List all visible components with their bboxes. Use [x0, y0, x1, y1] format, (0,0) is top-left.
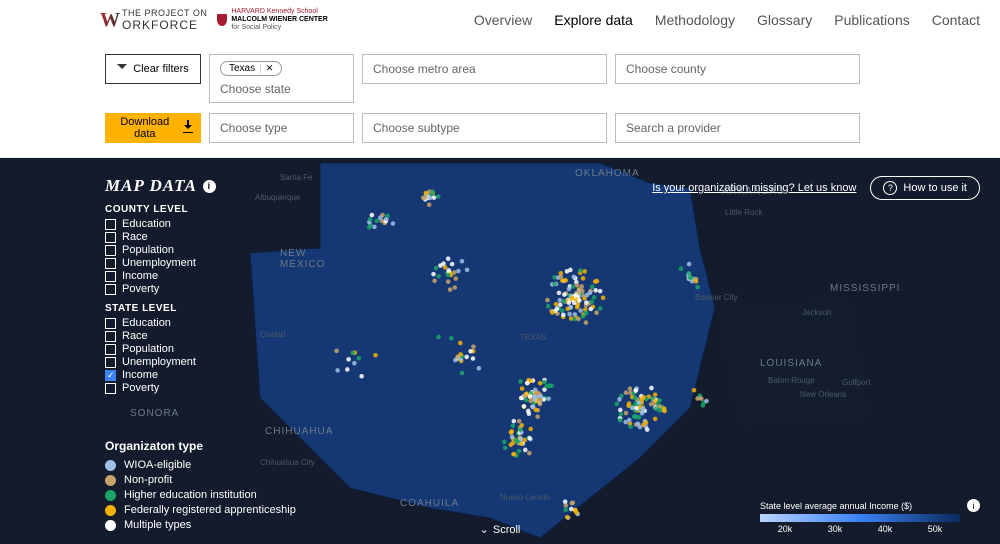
county-select[interactable]: Choose county	[615, 54, 860, 84]
harvard-logo[interactable]: HARVARD Kennedy School MALCOLM WIENER CE…	[217, 8, 327, 31]
map-label: NEWMEXICO	[280, 248, 325, 270]
nav-overview[interactable]: Overview	[474, 12, 532, 28]
checkbox-icon	[105, 318, 116, 329]
logos: W THE PROJECT ON ORKFORCE HARVARD Kenned…	[100, 8, 328, 32]
clear-filters-button[interactable]: Clear filters	[105, 54, 201, 84]
legend-title: State level average annual Income ($)	[760, 501, 912, 511]
workforce-logo[interactable]: W THE PROJECT ON ORKFORCE	[100, 8, 207, 32]
checkbox-icon	[105, 258, 116, 269]
county-chk-unemployment[interactable]: Unemployment	[105, 257, 216, 269]
how-to-use-button[interactable]: ? How to use it	[870, 176, 980, 200]
map-top-right: Is your organization missing? Let us kno…	[652, 176, 980, 200]
map-label: Jackson	[802, 308, 831, 317]
map-label: OKLAHOMA	[575, 168, 640, 179]
nav-methodology[interactable]: Methodology	[655, 12, 735, 28]
legend-wioa-eligible: WIOA-eligible	[105, 459, 296, 471]
map-label: Ciudad	[260, 330, 285, 339]
state-level-label: STATE LEVEL	[105, 303, 216, 314]
map-label: Gulfport	[842, 378, 870, 387]
map-label: SONORA	[130, 408, 179, 419]
header: W THE PROJECT ON ORKFORCE HARVARD Kenned…	[0, 0, 1000, 40]
search-provider-input[interactable]: Search a provider	[615, 113, 860, 143]
filter-controls: Clear filters Texas | ✕ Choose state Cho…	[0, 40, 1000, 158]
nav-publications[interactable]: Publications	[834, 12, 910, 28]
map-label: Nuevo Laredo	[500, 493, 550, 502]
county-chk-race[interactable]: Race	[105, 231, 216, 243]
info-icon[interactable]: i	[203, 180, 216, 193]
legend-dot-icon	[105, 475, 116, 486]
chevron-down-icon: ⌄	[480, 523, 489, 536]
filter-icon	[117, 64, 127, 74]
shield-icon	[217, 14, 227, 26]
legend-dot-icon	[105, 505, 116, 516]
legend-higher-education-institution: Higher education institution	[105, 489, 296, 501]
legend-gradient	[760, 514, 960, 522]
download-icon	[183, 123, 193, 133]
county-chk-income[interactable]: Income	[105, 270, 216, 282]
state-chip[interactable]: Texas | ✕	[220, 61, 282, 76]
map-data-title: MAP DATA i	[105, 176, 216, 196]
map-label: Santa Fe	[280, 173, 312, 182]
map-label: MISSISSIPPI	[830, 283, 900, 294]
checkbox-icon	[105, 331, 116, 342]
map-label: CHIHUAHUA	[265, 426, 333, 437]
checkbox-icon	[105, 219, 116, 230]
subtype-select[interactable]: Choose subtype	[362, 113, 607, 143]
map-label: Albuquerque	[255, 193, 300, 202]
org-type-title: Organizaton type	[105, 439, 296, 453]
nav-glossary[interactable]: Glossary	[757, 12, 812, 28]
map-label: New Orleans	[800, 390, 846, 399]
map-label: Little Rock	[725, 208, 762, 217]
map-label: TEXAS	[520, 333, 546, 342]
state-chk-unemployment[interactable]: Unemployment	[105, 356, 216, 368]
checkbox-icon	[105, 370, 116, 381]
checkbox-icon	[105, 344, 116, 355]
download-button[interactable]: Download data	[105, 113, 201, 143]
missing-org-link[interactable]: Is your organization missing? Let us kno…	[652, 182, 856, 194]
legend-dot-icon	[105, 460, 116, 471]
help-icon: ?	[883, 181, 897, 195]
checkbox-icon	[105, 232, 116, 243]
map-label: COAHUILA	[400, 498, 459, 509]
legend-federally-registered-apprenticeship: Federally registered apprenticeship	[105, 504, 296, 516]
legend-multiple-types: Multiple types	[105, 519, 296, 531]
legend-non-profit: Non-profit	[105, 474, 296, 486]
state-chk-race[interactable]: Race	[105, 330, 216, 342]
nav-contact[interactable]: Contact	[932, 12, 980, 28]
state-select[interactable]: Texas | ✕ Choose state	[209, 54, 354, 103]
map-data-panel: MAP DATA i COUNTY LEVEL EducationRacePop…	[105, 176, 216, 395]
nav-explore-data[interactable]: Explore data	[554, 12, 633, 28]
map-label: LOUISIANA	[760, 358, 822, 369]
scroll-indicator[interactable]: ⌄ Scroll	[480, 523, 521, 536]
main-nav: Overview Explore data Methodology Glossary P…	[474, 12, 980, 28]
checkbox-icon	[105, 383, 116, 394]
type-select[interactable]: Choose type	[209, 113, 354, 143]
checkbox-icon	[105, 271, 116, 282]
remove-chip-icon[interactable]: ✕	[266, 63, 274, 74]
map-label: Bossier City	[695, 293, 738, 302]
state-chk-population[interactable]: Population	[105, 343, 216, 355]
map[interactable]: MAP DATA i COUNTY LEVEL EducationRacePop…	[0, 158, 1000, 544]
metro-select[interactable]: Choose metro area	[362, 54, 607, 84]
county-chk-population[interactable]: Population	[105, 244, 216, 256]
checkbox-icon	[105, 284, 116, 295]
org-type-legend: Organizaton type WIOA-eligible Non-profit…	[105, 439, 296, 534]
county-level-label: COUNTY LEVEL	[105, 204, 216, 215]
map-label: Baton Rouge	[768, 376, 815, 385]
county-chk-poverty[interactable]: Poverty	[105, 283, 216, 295]
checkbox-icon	[105, 245, 116, 256]
legend-dot-icon	[105, 490, 116, 501]
state-chk-poverty[interactable]: Poverty	[105, 382, 216, 394]
county-chk-education[interactable]: Education	[105, 218, 216, 230]
checkbox-icon	[105, 357, 116, 368]
state-chk-income[interactable]: Income	[105, 369, 216, 381]
state-chk-education[interactable]: Education	[105, 317, 216, 329]
info-icon[interactable]: i	[967, 499, 980, 512]
